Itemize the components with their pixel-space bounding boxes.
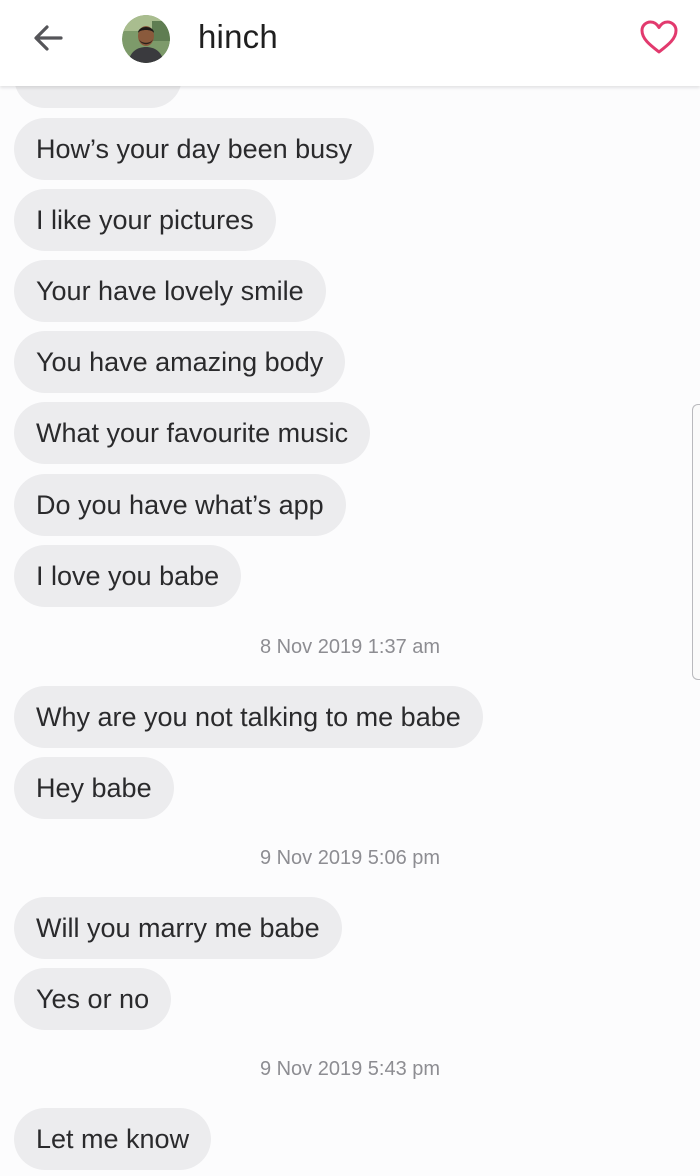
message-bubble: You have amazing body: [14, 331, 346, 393]
timestamp: 9 Nov 2019 5:43 pm: [259, 1058, 441, 1080]
message-bubble: What your favourite music: [14, 402, 371, 464]
message-text: You have amazing body: [36, 346, 324, 377]
message-text: Do you have what’s app: [36, 489, 324, 520]
contact-name[interactable]: hinch: [198, 18, 278, 56]
message-bubble: How’s your day been busy: [14, 118, 375, 180]
message-text: I love you babe: [36, 560, 220, 591]
message-bubble: Hey babe: [14, 757, 174, 819]
message-bubble: Will you marry me babe: [14, 897, 342, 959]
message-text: Hey babe: [36, 772, 152, 803]
arrow-left-icon: [33, 24, 63, 57]
avatar[interactable]: [122, 15, 170, 63]
message-text: Why are you not talking to me babe: [36, 701, 461, 732]
like-button[interactable]: [634, 14, 684, 64]
message-text: How’s your day been busy: [36, 133, 353, 164]
message-bubble: I love you babe: [14, 545, 242, 607]
message-bubble: Do you have what’s app: [14, 474, 346, 536]
message-bubble: Your have lovely smile: [14, 260, 326, 322]
heart-outline-icon: [639, 19, 679, 60]
timestamp: 8 Nov 2019 1:37 am: [259, 636, 441, 658]
message-bubble: Let me know: [14, 1108, 212, 1170]
message-bubble: Why are you not talking to me babe: [14, 686, 483, 748]
message-text: What your favourite music: [36, 417, 349, 448]
message-list[interactable]: How’s your day been busy I like your pic…: [0, 0, 700, 1176]
message-text: I like your pictures: [36, 204, 254, 235]
message-text: Yes or no: [36, 983, 150, 1014]
message-text: Your have lovely smile: [36, 275, 304, 306]
message-text: Will you marry me babe: [36, 912, 320, 943]
timestamp: 9 Nov 2019 5:06 pm: [259, 847, 441, 869]
message-bubble: I like your pictures: [14, 189, 276, 251]
back-button[interactable]: [26, 20, 70, 60]
scrollbar-thumb[interactable]: [692, 404, 700, 680]
message-bubble: Yes or no: [14, 968, 172, 1030]
message-text: Let me know: [36, 1123, 190, 1154]
chat-header: hinch: [0, 0, 700, 86]
